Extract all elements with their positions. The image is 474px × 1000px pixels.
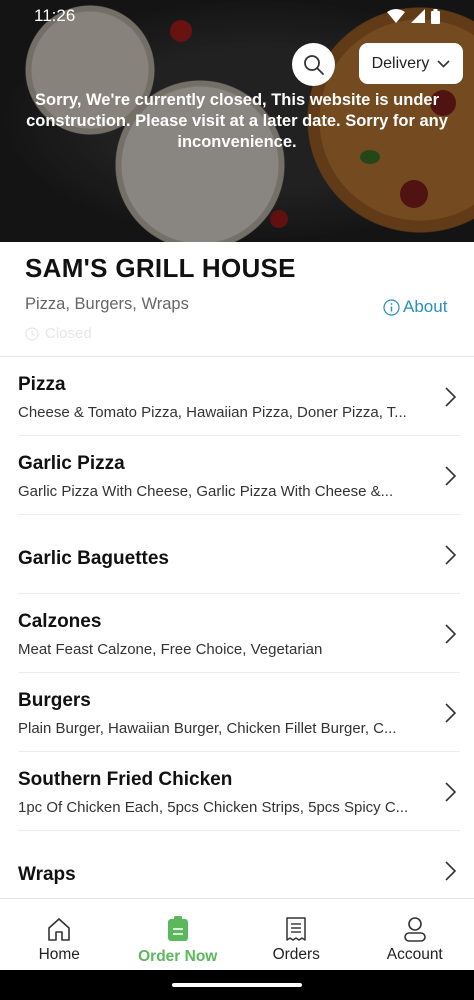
category-title: Garlic Pizza: [18, 453, 125, 474]
category-description: Cheese & Tomato Pizza, Hawaiian Pizza, D…: [18, 404, 407, 421]
user-icon: [403, 917, 426, 942]
status-icons: [387, 8, 440, 24]
delivery-mode-selector[interactable]: Delivery: [359, 43, 463, 84]
receipt-icon: [286, 917, 306, 941]
category-description: Garlic Pizza With Cheese, Garlic Pizza W…: [18, 483, 394, 500]
signal-icon: [411, 9, 425, 23]
search-button[interactable]: [292, 43, 335, 86]
menu-category-garlic-pizza[interactable]: Garlic Pizza Garlic Pizza With Cheese, G…: [0, 436, 474, 515]
battery-icon: [431, 8, 440, 24]
chevron-right-icon: [445, 703, 456, 723]
category-title: Burgers: [18, 690, 91, 711]
nav-orders[interactable]: Orders: [237, 899, 356, 970]
nav-order-now[interactable]: Order Now: [119, 899, 238, 970]
bottom-navigation: Home Order Now Orders Account: [0, 898, 474, 970]
restaurant-info: SAM'S GRILL HOUSE Pizza, Burgers, Wraps …: [0, 242, 474, 357]
menu-category-pizza[interactable]: Pizza Cheese & Tomato Pizza, Hawaiian Pi…: [0, 357, 474, 436]
chevron-right-icon: [445, 782, 456, 802]
category-description: Meat Feast Calzone, Free Choice, Vegetar…: [18, 641, 323, 658]
search-icon: [303, 54, 324, 75]
status-time: 11:26: [34, 6, 76, 25]
info-icon: [383, 298, 400, 316]
clock-icon: [25, 326, 39, 341]
nav-home-label: Home: [38, 946, 80, 963]
chevron-right-icon: [445, 545, 456, 565]
open-status: Closed: [25, 325, 92, 342]
menu-category-calzones[interactable]: Calzones Meat Feast Calzone, Free Choice…: [0, 594, 474, 673]
chevron-right-icon: [445, 624, 456, 644]
menu-category-southern-fried-chicken[interactable]: Southern Fried Chicken 1pc Of Chicken Ea…: [0, 752, 474, 831]
open-status-label: Closed: [45, 325, 92, 342]
category-description: Plain Burger, Hawaiian Burger, Chicken F…: [18, 720, 397, 737]
chevron-down-icon: [437, 59, 450, 68]
nav-account-label: Account: [386, 946, 443, 963]
restaurant-cuisine: Pizza, Burgers, Wraps: [25, 295, 189, 313]
chevron-right-icon: [445, 861, 456, 881]
restaurant-name: SAM'S GRILL HOUSE: [25, 253, 296, 283]
nav-account[interactable]: Account: [356, 899, 474, 970]
category-title: Wraps: [18, 864, 76, 885]
category-description: 1pc Of Chicken Each, 5pcs Chicken Strips…: [18, 799, 409, 816]
category-title: Calzones: [18, 611, 102, 632]
order-menu-icon: [167, 916, 188, 941]
nav-order-now-label: Order Now: [138, 948, 218, 965]
about-label: About: [403, 297, 448, 316]
menu-category-garlic-baguettes[interactable]: Garlic Baguettes: [0, 515, 474, 594]
chevron-right-icon: [445, 466, 456, 486]
about-link[interactable]: About: [383, 297, 447, 317]
nav-home[interactable]: Home: [0, 899, 119, 970]
closed-notice: Sorry, We're currently closed, This webs…: [26, 91, 448, 151]
nav-orders-label: Orders: [272, 946, 320, 963]
hero-banner: 11:26 Delivery Sorry, We're currently cl…: [0, 0, 474, 242]
home-gesture-handle[interactable]: [172, 983, 302, 987]
system-gesture-bar: [0, 970, 474, 1000]
delivery-mode-label: Delivery: [371, 54, 430, 72]
wifi-icon: [387, 9, 405, 23]
menu-category-list: Pizza Cheese & Tomato Pizza, Hawaiian Pi…: [0, 357, 474, 910]
category-title: Garlic Baguettes: [18, 548, 169, 569]
category-title: Pizza: [18, 374, 66, 395]
category-title: Southern Fried Chicken: [18, 769, 233, 790]
status-bar: 11:26: [0, 0, 474, 32]
chevron-right-icon: [445, 387, 456, 407]
home-icon: [48, 918, 71, 941]
menu-category-burgers[interactable]: Burgers Plain Burger, Hawaiian Burger, C…: [0, 673, 474, 752]
